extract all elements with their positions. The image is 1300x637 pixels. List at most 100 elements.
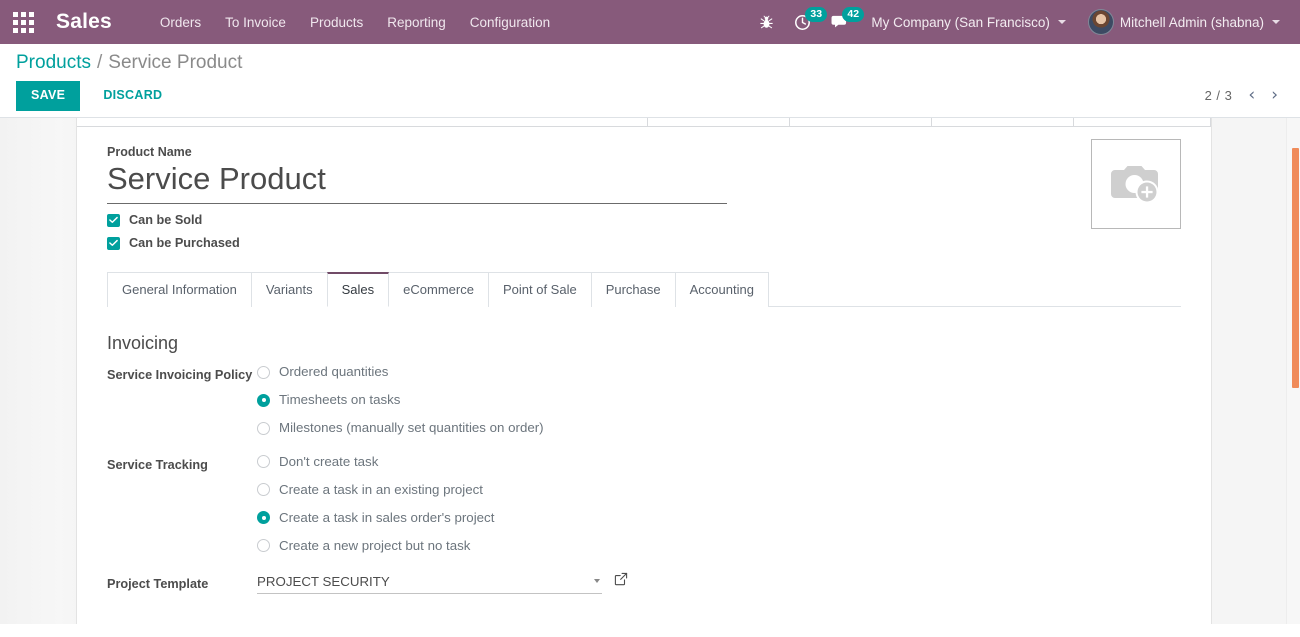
project-template-label: Project Template [107,576,209,591]
radio-new-project-no-task[interactable]: Create a new project but no task [257,538,494,554]
radio-task-sales-order-project[interactable]: Create a task in sales order's project [257,510,494,526]
radio-circle-icon[interactable] [257,365,270,379]
tab-sales[interactable]: Sales [326,272,390,308]
service-invoicing-policy-row: Service Invoicing Policy Ordered quantit… [107,364,1181,436]
service-tracking-row: Service Tracking Don't create task Creat… [107,454,1181,554]
radio-label: Timesheets on tasks [279,392,401,408]
apps-grid-icon [12,11,34,33]
discard-button[interactable]: DISCARD [88,81,177,111]
control-panel-buttons: SAVE DISCARD 2 / 3 ‹ › [16,81,1284,111]
stat-buttons-strip [77,117,1211,127]
project-template-row: Project Template PROJECT SECURITY [107,572,1181,594]
stat-button-partial[interactable] [1074,117,1211,127]
can-be-purchased-label[interactable]: Can be Purchased [129,236,240,250]
messaging-menu-button[interactable]: 42 [822,0,865,44]
invoicing-group-title: Invoicing [107,333,179,354]
sheet-inner: Product Name Service Product Can be Sold… [77,127,1211,594]
project-template-open-button[interactable] [614,572,628,594]
tab-accounting[interactable]: Accounting [674,272,769,308]
avatar [1087,9,1114,35]
chevron-down-icon [1057,20,1066,24]
service-tracking-options: Don't create task Create a task in an ex… [257,454,494,554]
chevron-down-icon [1272,20,1280,24]
messaging-counter-badge: 42 [842,7,865,23]
breadcrumb: Products / Service Product [16,52,1284,74]
stat-button-partial[interactable] [648,117,790,127]
can-be-purchased-row: Can be Purchased [107,236,1181,250]
can-be-sold-row: Can be Sold [107,213,1181,227]
breadcrumb-products-link[interactable]: Products [16,52,91,74]
breadcrumb-separator: / [96,52,103,73]
vertical-scrollbar-track[interactable] [1286,117,1300,624]
radio-circle-selected-icon[interactable] [257,393,270,407]
tab-general-information[interactable]: General Information [107,272,252,308]
breadcrumb-current: Service Product [108,52,243,73]
save-button[interactable]: SAVE [16,81,81,111]
apps-menu-button[interactable] [0,0,46,44]
radio-label: Milestones (manually set quantities on o… [279,420,544,436]
menu-reporting[interactable]: Reporting [375,9,458,36]
stat-button-partial[interactable] [932,117,1074,127]
radio-circle-selected-icon[interactable] [257,511,270,525]
pager-previous-button[interactable]: ‹ [1242,87,1261,104]
can-be-purchased-checkbox[interactable] [107,236,120,250]
external-link-icon [614,572,628,586]
camera-add-icon [1111,165,1159,203]
debug-menu-button[interactable] [750,0,783,44]
radio-circle-icon[interactable] [257,455,270,469]
navbar-right-tools: 33 42 My Company (San Francisco) Mitchel… [750,0,1300,44]
radio-label: Don't create task [279,454,379,469]
user-menu[interactable]: Mitchell Admin (shabna) [1078,0,1290,44]
form-view-container: Product Name Service Product Can be Sold… [0,117,1300,624]
radio-ordered-quantities[interactable]: Ordered quantities [257,364,544,380]
radio-label: Ordered quantities [279,364,389,380]
product-name-label: Product Name [107,144,192,159]
service-invoicing-policy-options: Ordered quantities Timesheets on tasks M… [257,364,544,436]
service-tracking-label: Service Tracking [107,458,208,472]
radio-timesheets-on-tasks[interactable]: Timesheets on tasks [257,392,544,408]
user-name: Mitchell Admin (shabna) [1119,14,1264,30]
can-be-sold-checkbox[interactable] [107,213,120,227]
app-brand-sales[interactable]: Sales [46,10,118,34]
radio-circle-icon[interactable] [257,483,270,497]
tab-variants[interactable]: Variants [250,272,328,308]
menu-configuration[interactable]: Configuration [458,9,562,36]
radio-circle-icon[interactable] [257,539,270,553]
radio-dont-create-task[interactable]: Don't create task [257,454,494,470]
radio-task-existing-project[interactable]: Create a task in an existing project [257,482,494,498]
bug-icon [760,15,774,28]
tab-purchase[interactable]: Purchase [590,272,676,308]
menu-to-invoice[interactable]: To Invoice [213,9,298,36]
stat-button-partial[interactable] [790,117,932,127]
tab-point-of-sale[interactable]: Point of Sale [487,272,592,308]
pager-next-button[interactable]: › [1265,87,1284,104]
project-template-field[interactable]: PROJECT SECURITY [257,574,602,594]
product-name-input[interactable]: Service Product [107,161,727,205]
project-template-input[interactable]: PROJECT SECURITY [257,574,594,589]
notebook: General Information Variants Sales eComm… [107,272,1181,594]
menu-orders[interactable]: Orders [148,9,213,36]
company-switcher[interactable]: My Company (San Francisco) [861,0,1076,44]
can-be-sold-label[interactable]: Can be Sold [129,213,202,227]
radio-label: Create a task in an existing project [279,481,483,497]
company-name: My Company (San Francisco) [871,14,1050,30]
top-navbar: Sales Orders To Invoice Products Reporti… [0,0,1300,44]
product-form-sheet: Product Name Service Product Can be Sold… [76,117,1212,624]
sales-tab-pane: Invoicing Service Invoicing Policy Order… [107,307,1181,594]
radio-label: Create a new project but no task [279,537,471,553]
vertical-scrollbar-thumb[interactable] [1292,147,1299,388]
stat-button-partial[interactable] [77,117,648,127]
radio-label: Create a task in sales order's project [279,509,495,525]
notebook-tab-list: General Information Variants Sales eComm… [107,272,1181,308]
caret-down-icon[interactable] [594,579,600,584]
radio-circle-icon[interactable] [257,421,270,435]
radio-milestones[interactable]: Milestones (manually set quantities on o… [257,420,544,436]
main-menu-bar: Orders To Invoice Products Reporting Con… [148,9,562,36]
service-invoicing-policy-label: Service Invoicing Policy [107,368,253,383]
pager-value: 2 / 3 [1204,88,1233,104]
control-panel: Products / Service Product SAVE DISCARD … [0,44,1300,118]
product-image-upload[interactable] [1091,138,1181,229]
menu-products[interactable]: Products [298,9,375,36]
tab-ecommerce[interactable]: eCommerce [388,272,489,308]
activity-menu-button[interactable]: 33 [785,0,828,44]
